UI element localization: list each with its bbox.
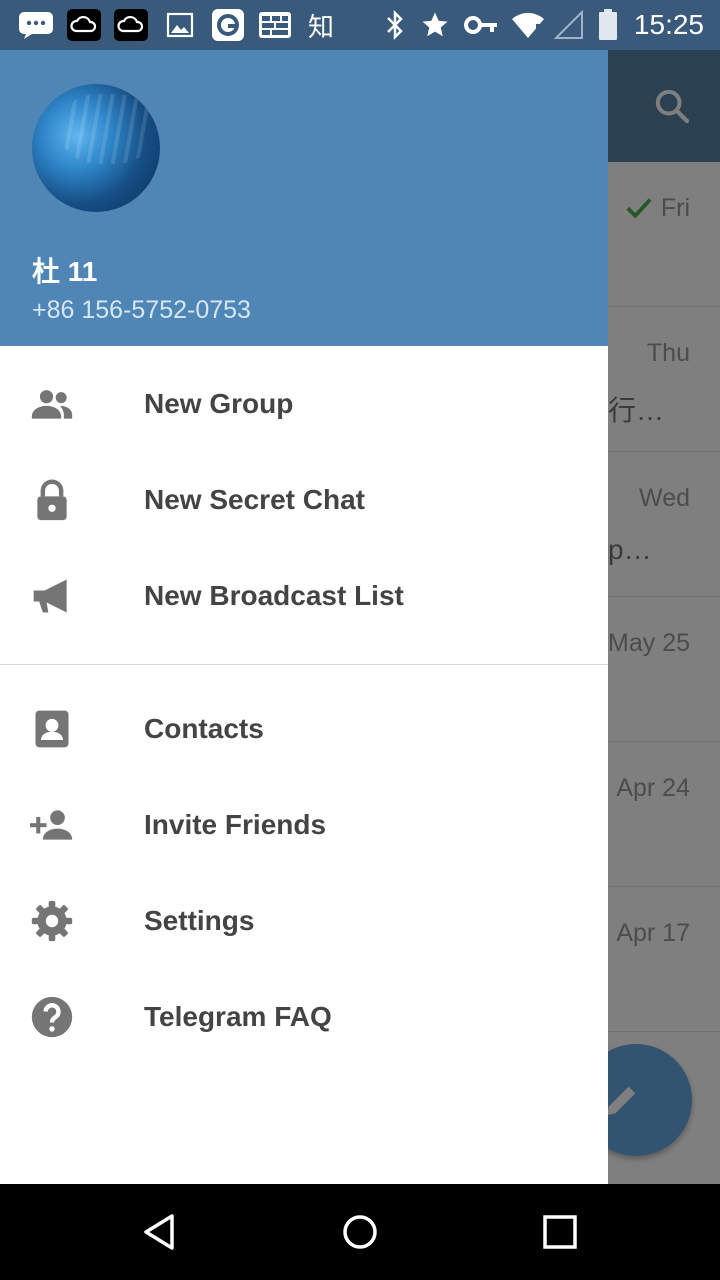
drawer-menu: New Group New Secret Chat New Broadcast … [0, 346, 608, 1065]
menu-item-telegram-faq[interactable]: Telegram FAQ [0, 969, 608, 1065]
person-add-icon [30, 810, 73, 840]
menu-item-new-broadcast-list[interactable]: New Broadcast List [0, 548, 608, 644]
browser-icon [212, 8, 244, 42]
group-icon [31, 390, 73, 419]
menu-label: Telegram FAQ [144, 1001, 332, 1032]
lock-icon [37, 479, 67, 521]
menu-label: New Secret Chat [144, 484, 365, 515]
navigation-drawer: 杜 11 +86 156-5752-0753 New Group New Sec… [0, 50, 608, 1184]
menu-item-contacts[interactable]: Contacts [0, 681, 608, 777]
gear-icon [31, 900, 73, 942]
recents-icon[interactable] [540, 1212, 580, 1252]
megaphone-icon [33, 579, 67, 613]
help-icon [31, 996, 73, 1038]
cloud-icon [114, 8, 148, 42]
avatar[interactable] [32, 84, 160, 212]
menu-label: Settings [144, 905, 255, 936]
grid-icon [258, 8, 292, 42]
contact-icon [35, 710, 69, 748]
clock: 15:25 [633, 9, 704, 40]
back-icon[interactable] [140, 1212, 180, 1252]
status-bar: 知 15:25 [0, 0, 720, 50]
menu-item-settings[interactable]: Settings [0, 873, 608, 969]
menu-item-invite-friends[interactable]: Invite Friends [0, 777, 608, 873]
drawer-header: 杜 11 +86 156-5752-0753 [0, 50, 608, 346]
menu-label: Contacts [144, 713, 264, 744]
menu-divider [0, 664, 608, 665]
menu-label: New Group [144, 388, 294, 419]
battery-icon [598, 8, 618, 42]
wifi-icon [510, 8, 546, 42]
signal-icon [554, 8, 584, 42]
menu-label: New Broadcast List [144, 580, 404, 611]
chat-bubble-icon [18, 8, 54, 42]
user-name: 杜 11 [32, 256, 98, 287]
user-phone: +86 156-5752-0753 [32, 296, 251, 324]
menu-label: Invite Friends [144, 809, 327, 840]
navigation-bar [0, 1184, 720, 1280]
cloud-icon [67, 8, 101, 42]
key-icon [464, 8, 498, 42]
bluetooth-icon [384, 8, 406, 42]
menu-item-new-group[interactable]: New Group [0, 356, 608, 452]
zhihu-icon: 知 [308, 11, 335, 42]
image-icon [166, 8, 194, 42]
home-icon[interactable] [340, 1212, 380, 1252]
star-icon [420, 8, 450, 42]
menu-item-new-secret-chat[interactable]: New Secret Chat [0, 452, 608, 548]
